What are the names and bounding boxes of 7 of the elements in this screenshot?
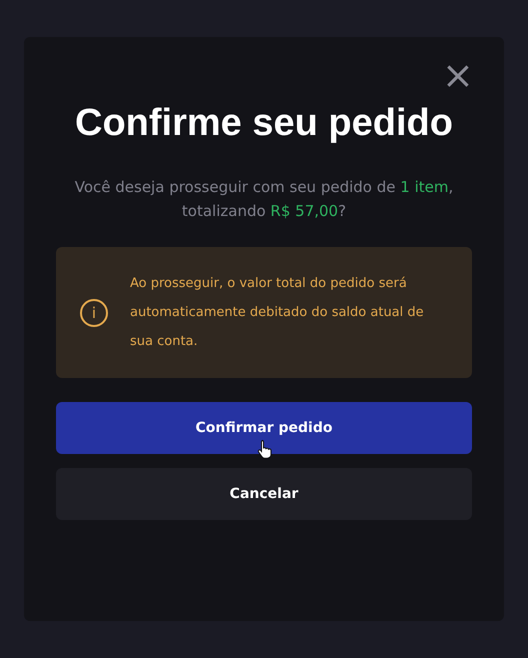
confirmation-message: Você deseja prosseguir com seu pedido de 1 item, totalizando R$ 57,00? [74,177,454,222]
pointer-cursor-icon [257,439,273,459]
info-icon: i [80,298,108,326]
close-button[interactable]: × [442,59,472,91]
cancel-button[interactable]: Cancelar [56,468,472,520]
dialog-title: Confirme seu pedido [74,101,454,146]
warning-text: Ao prosseguir, o valor total do pedido será automaticamente debitado do saldo atual de sua conta. [130,275,425,351]
